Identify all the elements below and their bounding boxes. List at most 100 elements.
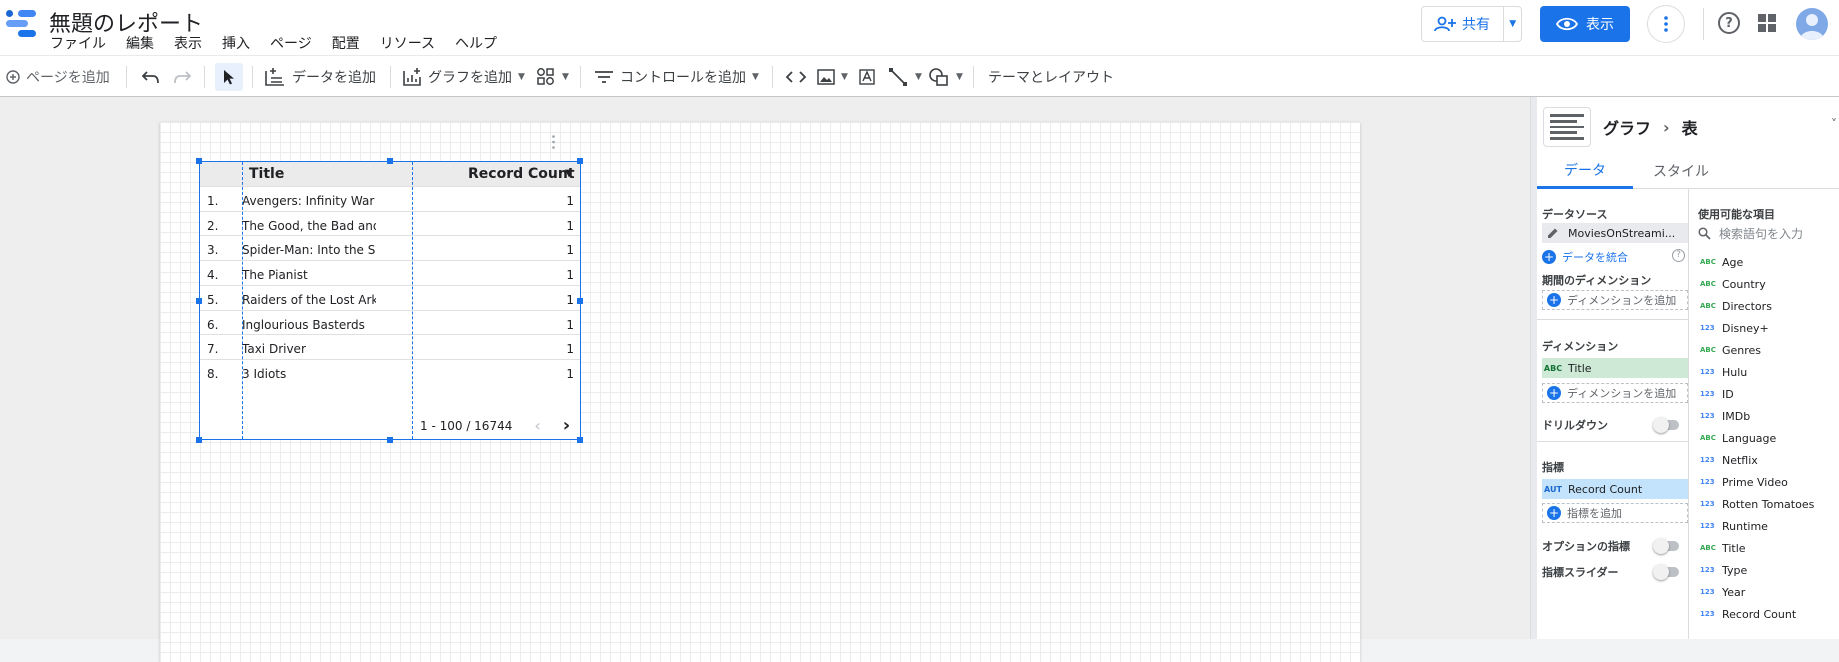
metric-slider-toggle[interactable] [1653,564,1679,580]
optional-metric-toggle[interactable] [1653,538,1679,554]
field-item[interactable]: ABC Title [1690,537,1839,559]
table-chart[interactable]: Title Record Count ▼ 1. Avengers: Infinit… [196,158,583,443]
field-name: Year [1722,585,1746,599]
field-item[interactable]: ABC Directors [1690,295,1839,317]
field-item[interactable]: 123 Hulu [1690,361,1839,383]
share-main[interactable]: 共有 [1422,7,1505,41]
shape-button[interactable]: ▼ [928,56,963,98]
resize-handle[interactable] [196,158,202,164]
undo-button[interactable] [142,56,160,98]
field-name: Genres [1722,343,1762,357]
resize-handle[interactable] [577,298,583,304]
field-search-input[interactable]: 検索語句を入力 [1698,222,1839,244]
add-metric-button[interactable]: + 指標を追加 [1542,503,1688,523]
share-dropdown[interactable]: ▼ [1504,7,1521,41]
add-person-icon [1434,16,1456,32]
tab-style[interactable]: スタイル [1633,153,1729,189]
field-item[interactable]: 123 Runtime [1690,515,1839,537]
field-item[interactable]: ABC Country [1690,273,1839,295]
tab-data[interactable]: データ [1537,153,1633,189]
sort-desc-icon[interactable]: ▼ [565,168,573,179]
line-button[interactable]: ▼ [889,56,922,98]
text-type-icon: ABC [1543,363,1563,373]
caret-down-icon: ▼ [841,72,848,82]
resize-handle[interactable] [577,437,583,443]
redo-button[interactable] [173,56,191,98]
table-row[interactable]: 8. 3 Idiots 1 [200,358,580,388]
field-item[interactable]: 123 IMDb [1690,405,1839,427]
column-header-title[interactable]: Title [249,166,284,182]
resize-handle[interactable] [196,298,202,304]
select-tool-button[interactable] [215,63,243,91]
field-item[interactable]: 123 ID [1690,383,1839,405]
menu-edit[interactable]: 編集 [126,33,154,53]
report-page[interactable]: Title Record Count ▼ 1. Avengers: Infinit… [160,122,1360,662]
resize-handle[interactable] [196,437,202,443]
menu-page[interactable]: ページ [270,33,312,53]
pencil-icon[interactable] [1542,223,1564,243]
chevron-down-icon[interactable]: ˅ [1831,117,1837,131]
apps-grid-icon[interactable] [1758,14,1776,32]
community-viz-button[interactable]: ▼ [536,56,569,98]
field-item[interactable]: ABC Language [1690,427,1839,449]
add-date-dimension-button[interactable]: + ディメンションを追加 [1542,290,1688,310]
text-box-button[interactable] [858,56,876,98]
field-item[interactable]: 123 Prime Video [1690,471,1839,493]
prev-page-icon[interactable]: ‹ [534,416,540,435]
embed-url-button[interactable] [785,56,807,98]
column-divider[interactable] [412,162,413,439]
field-item[interactable]: 123 Year [1690,581,1839,603]
resize-handle[interactable] [387,158,393,164]
metric-chip-record-count[interactable]: AUT Record Count [1542,479,1688,499]
data-source-chip[interactable]: MoviesOnStreami... [1542,223,1688,243]
drilldown-toggle[interactable] [1653,417,1679,433]
cell-title: Inglourious Basterds [242,317,365,332]
theme-layout-button[interactable]: テーマとレイアウト [988,56,1114,98]
menu-help[interactable]: ヘルプ [455,33,497,53]
menu-view[interactable]: 表示 [174,33,202,53]
caret-down-icon: ▼ [752,72,759,82]
field-item[interactable]: 123 Disney+ [1690,317,1839,339]
help-icon[interactable]: ? [1718,12,1740,34]
resize-handle[interactable] [577,158,583,164]
share-button[interactable]: 共有 ▼ [1421,6,1522,42]
avatar[interactable] [1796,8,1828,40]
table-chart-icon[interactable] [1543,107,1591,147]
menu-resources[interactable]: リソース [380,33,435,53]
field-item[interactable]: ABC Age [1690,251,1839,273]
add-page-button[interactable]: ページを追加 [6,56,110,98]
column-divider[interactable] [242,162,243,439]
looker-studio-logo-icon[interactable] [6,10,36,38]
field-item[interactable]: ABC Genres [1690,339,1839,361]
add-dimension-button[interactable]: + ディメンションを追加 [1542,383,1688,403]
menu-file[interactable]: ファイル [50,33,106,53]
cell-record-count: 1 [566,366,574,381]
menu-insert[interactable]: 挿入 [222,33,250,53]
more-options-button[interactable] [1647,5,1685,43]
field-item[interactable]: 123 Netflix [1690,449,1839,471]
dimension-chip-title[interactable]: ABC Title [1542,358,1688,378]
add-metric-label: 指標を追加 [1567,507,1622,520]
add-data-button[interactable]: データを追加 [264,56,376,98]
undo-icon [142,71,159,84]
field-item[interactable]: 123 Rotten Tomatoes [1690,493,1839,515]
resize-handle[interactable] [387,437,393,443]
help-circle-icon[interactable]: ? [1672,249,1685,262]
column-header-record-count[interactable]: Record Count [468,166,575,182]
field-item[interactable]: 123 Record Count [1690,603,1839,625]
toolbar: ページを追加 データを追加 グラフを追加 ▼ ▼ コントロールを追加 ▼ ▼ ▼… [0,55,1839,97]
properties-panel: グラフ › 表 ˅ データ スタイル データソース MoviesOnStream… [1530,97,1839,639]
available-fields-column: 使用可能な項目 検索語句を入力 ABC Age ABC Country ABC Direc… [1690,189,1839,639]
drag-handle-icon[interactable] [552,135,555,149]
field-item[interactable]: 123 Type [1690,559,1839,581]
header-divider [1703,8,1704,40]
image-button[interactable]: ▼ [817,56,848,98]
add-chart-button[interactable]: グラフを追加 ▼ [402,56,525,98]
next-page-icon[interactable]: › [563,415,570,436]
shapes-icon [929,68,948,86]
blend-data-label: データを統合 [1562,251,1628,264]
blend-data-button[interactable]: + データを統合 [1542,249,1628,265]
add-control-button[interactable]: コントロールを追加 ▼ [594,56,759,98]
view-button[interactable]: 表示 [1540,6,1630,42]
menu-arrange[interactable]: 配置 [332,33,360,53]
